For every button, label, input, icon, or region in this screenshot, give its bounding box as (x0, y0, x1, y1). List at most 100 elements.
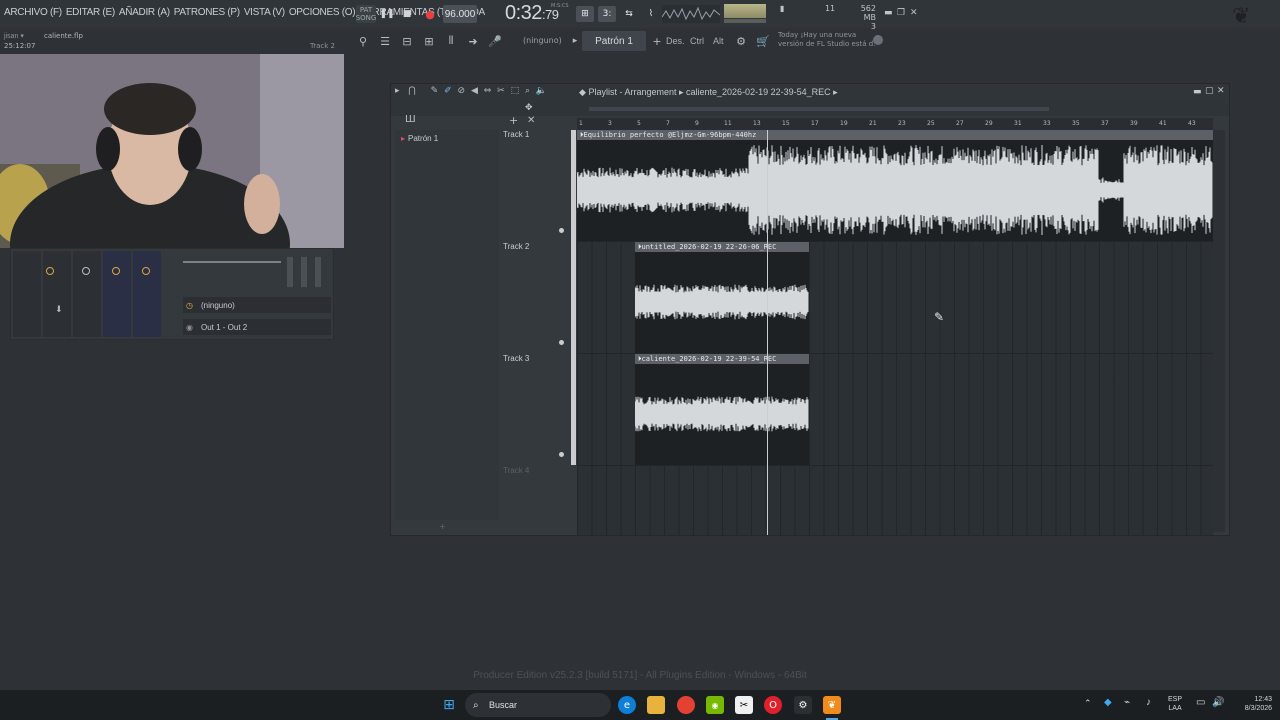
pan-knob-2[interactable] (82, 267, 90, 275)
mixer-channel-master[interactable] (13, 251, 41, 337)
record-button[interactable]: ● (421, 5, 439, 23)
playlist-grid[interactable]: ⏵Equilibrio perfecto @Eljmz-Gm-96bpm-440… (577, 130, 1213, 535)
tray-mic-icon[interactable]: ♪ (1146, 698, 1151, 708)
mixer-channel-4[interactable] (133, 251, 161, 337)
arrow-down-icon[interactable]: ⬇ (55, 305, 63, 315)
mixer-channel-3[interactable] (103, 251, 131, 337)
menu-item[interactable]: PATRONES (P) (174, 7, 240, 18)
pattern-item[interactable]: Patrón 1 (401, 134, 438, 143)
timeline-ruler[interactable]: 1 3 5 7 9 11 13 15 17 19 21 23 25 27 29 31 33 35 37 39 41 43 (577, 118, 1213, 130)
file-explorer-icon[interactable] (647, 696, 665, 714)
slip-icon[interactable]: ⇔ (484, 86, 492, 96)
song-time-display[interactable]: 0:32:79 (505, 2, 559, 25)
tray-wifi-off-icon[interactable]: ⌁ (1124, 698, 1130, 708)
wave-icon[interactable]: ⌇ (642, 6, 660, 22)
capcut-icon[interactable]: ✂ (735, 696, 753, 714)
ruler-bar-number[interactable]: 21 (869, 120, 877, 127)
tray-app-icon[interactable]: ◆ (1104, 698, 1112, 708)
alt-button[interactable]: Alt (713, 36, 724, 46)
vertical-scrollbar[interactable] (1213, 130, 1225, 532)
audio-clip[interactable]: ⏵Equilibrio perfecto @Eljmz-Gm-96bpm-440… (577, 130, 1213, 241)
magnet-icon[interactable]: ⋂ (408, 86, 415, 96)
audio-clip[interactable]: ⏵caliente_2026-02-19 22-39-54_REC (635, 354, 809, 465)
mixer-channel-1[interactable] (43, 251, 71, 337)
ruler-bar-number[interactable]: 33 (1043, 120, 1051, 127)
delete-icon[interactable]: ⊘ (458, 86, 466, 96)
plugin-icon[interactable]: ⚙ (732, 32, 750, 50)
menu-item[interactable]: ARCHIVO (F) (4, 7, 62, 18)
pan-knob-4[interactable] (142, 267, 150, 275)
ruler-bar-number[interactable]: 37 (1101, 120, 1109, 127)
mixer-channel-2[interactable] (73, 251, 101, 337)
taskbar-search[interactable]: ⌕ Buscar (465, 693, 611, 717)
slice-icon[interactable]: ✂ (497, 86, 505, 96)
tray-volume-icon[interactable]: 🔊 (1212, 698, 1224, 708)
ctrl-button[interactable]: Ctrl (690, 36, 704, 46)
playlist-titlebar[interactable]: ▸ ⋂ ✎ ✐ ⊘ ◀ ⇔ ✂ ⬚ ⌕ 🔈 ◆ Playlist - Arran… (391, 84, 1229, 102)
cart-icon[interactable]: 🛒 (754, 32, 772, 50)
add-pattern-small-icon[interactable]: + (439, 522, 446, 531)
song-mode-button[interactable]: PAT SONG (356, 5, 376, 23)
mute-icon[interactable]: ◀ (471, 86, 478, 96)
mixer-icon[interactable]: ⫴ (442, 32, 460, 50)
ruler-bar-number[interactable]: 35 (1072, 120, 1080, 127)
menu-item[interactable]: VISTA (V) (244, 7, 285, 18)
channel-rack-icon[interactable]: ⊞ (420, 32, 438, 50)
close-icon[interactable]: ✕ (910, 8, 918, 18)
ruler-bar-number[interactable]: 15 (782, 120, 790, 127)
playlist-menu-icon[interactable]: Ш (405, 114, 416, 125)
taskbar-clock[interactable]: 12:43 8/3/2026 (1232, 695, 1272, 713)
loop-record-icon[interactable]: ⇆ (620, 6, 638, 22)
steam-icon[interactable]: ⚙ (794, 696, 812, 714)
ruler-bar-number[interactable]: 7 (666, 120, 670, 127)
ruler-bar-number[interactable]: 13 (753, 120, 761, 127)
menu-arrow-icon[interactable]: ▸ (395, 86, 400, 96)
volume-fader-3[interactable] (315, 257, 321, 287)
volume-fader-2[interactable] (301, 257, 307, 287)
paint-icon[interactable]: ✐ (444, 86, 452, 96)
stop-button[interactable]: ■ (398, 5, 416, 23)
menu-item[interactable]: OPCIONES (O) (289, 7, 356, 18)
track-3-led[interactable] (559, 452, 564, 457)
ruler-bar-number[interactable]: 5 (637, 120, 641, 127)
pan-knob-3[interactable] (112, 267, 120, 275)
chrome-icon[interactable] (677, 696, 695, 714)
audio-clip[interactable]: ⏵untitled_2026-02-19 22-26-06_REC (635, 242, 809, 353)
ruler-bar-number[interactable]: 31 (1014, 120, 1022, 127)
restore-icon[interactable]: ❐ (897, 8, 905, 18)
des-button[interactable]: Des. (666, 36, 685, 46)
pan-knob-1[interactable] (46, 267, 54, 275)
news-panel[interactable]: Today ¡Hay una nueva versión de FL Studio… (778, 31, 878, 49)
input-language[interactable]: ESP LAA (1168, 695, 1182, 713)
midi-input-selector[interactable]: (ninguno) (523, 36, 562, 45)
track-3-header[interactable]: Track 3 (503, 354, 573, 363)
playlist-icon[interactable]: ☰ (376, 32, 394, 50)
volume-fader-1[interactable] (287, 257, 293, 287)
ruler-bar-number[interactable]: 29 (985, 120, 993, 127)
select-icon[interactable]: ⬚ (511, 86, 520, 96)
playlist-close-icon[interactable]: ✕ (1217, 86, 1225, 96)
menu-item[interactable]: EDITAR (E) (66, 7, 115, 18)
snap-icon[interactable]: ⚲ (354, 32, 372, 50)
ruler-bar-number[interactable]: 17 (811, 120, 819, 127)
zoom-icon[interactable]: ⌕ (525, 86, 530, 96)
pencil-icon[interactable]: ✎ (431, 86, 439, 96)
speaker-icon[interactable]: 🔈 (536, 86, 547, 96)
nvidia-icon[interactable]: ◉ (706, 696, 724, 714)
track-4-header[interactable]: Track 4 (503, 466, 573, 475)
ruler-bar-number[interactable]: 9 (695, 120, 699, 127)
metronome-icon[interactable]: ⊞ (576, 6, 594, 22)
track-2-led[interactable] (559, 340, 564, 345)
track-2-header[interactable]: Track 2 (503, 242, 573, 251)
master-fader-track[interactable] (183, 261, 281, 263)
step-edit-icon[interactable]: 3: (598, 6, 616, 22)
remove-track-icon[interactable]: ✕ (527, 115, 535, 126)
microphone-icon[interactable]: 🎤 (486, 32, 504, 50)
piano-roll-icon[interactable]: ⊟ (398, 32, 416, 50)
playlist-minimize-icon[interactable]: ▬ (1193, 87, 1202, 97)
add-track-icon[interactable]: + (509, 114, 518, 127)
fl-studio-logo-icon[interactable]: ❦ (1232, 4, 1268, 29)
track-1-led[interactable] (559, 228, 564, 233)
windows-start-icon[interactable]: ⊞ (440, 696, 458, 714)
ruler-bar-number[interactable]: 23 (898, 120, 906, 127)
